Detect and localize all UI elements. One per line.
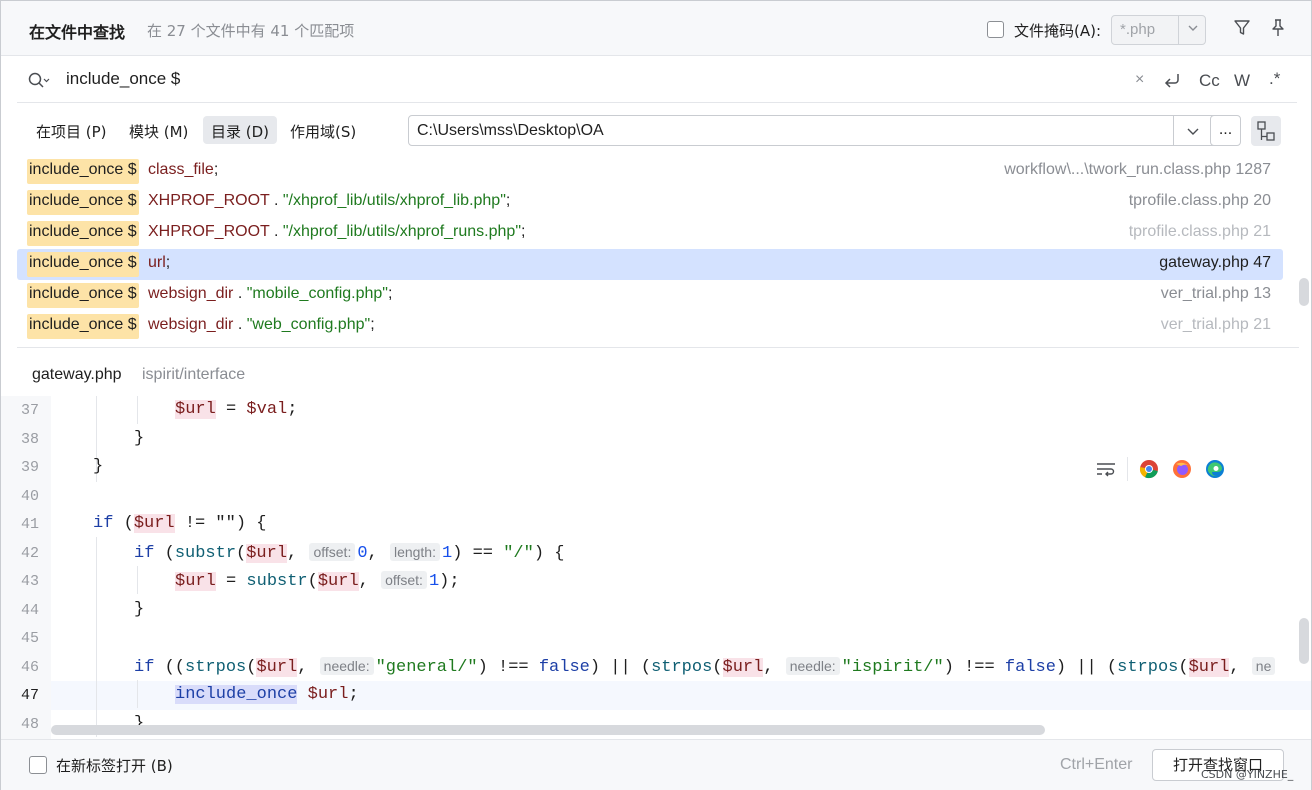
match-summary: 在 27 个文件中有 41 个匹配项 — [147, 22, 355, 40]
line-number: 44 — [21, 602, 40, 619]
soft-wrap-icon[interactable] — [1095, 459, 1117, 479]
result-file: ver_trial.php 21 — [1160, 316, 1271, 333]
tab-project[interactable]: 在项目 (P) — [28, 116, 115, 144]
result-row-selected[interactable]: include_once $ url; gateway.php 47 — [17, 249, 1283, 280]
search-row: include_once $ × Cc W .* — [17, 57, 1297, 103]
scope-row: 在项目 (P) 模块 (M) 目录 (D) 作用域(S) C:\Users\ms… — [17, 104, 1297, 154]
search-input[interactable]: include_once $ — [66, 69, 180, 89]
line-number: 37 — [21, 402, 40, 419]
match-highlight: include_once $ — [27, 159, 139, 184]
line-number: 40 — [21, 488, 40, 505]
result-row[interactable]: include_once $ XHPROF_ROOT . "/xhprof_li… — [17, 218, 1283, 249]
code-line: if ((strpos($url, needle: "general/") !==… — [134, 657, 1277, 677]
result-file: tprofile.class.php 21 — [1128, 223, 1271, 240]
file-mask-label: 文件掩码(A): — [1014, 22, 1102, 40]
result-file: gateway.php 47 — [1159, 254, 1271, 271]
param-hint: needle: — [319, 657, 374, 675]
dialog-title: 在文件中查找 — [29, 23, 126, 42]
code-line: } — [134, 600, 145, 619]
chevron-down-icon[interactable] — [1186, 21, 1200, 35]
file-mask-checkbox[interactable] — [987, 21, 1004, 38]
line-number: 45 — [21, 630, 40, 647]
param-hint: offset: — [381, 571, 427, 589]
param-hint: ne — [1251, 657, 1276, 675]
regex-toggle[interactable]: .* — [1269, 69, 1280, 89]
param-hint: length: — [389, 543, 440, 561]
directory-combobox[interactable]: C:\Users\mss\Desktop\OA — [408, 115, 1218, 146]
param-hint: needle: — [785, 657, 840, 675]
code-line: if (substr($url, offset: 0, length: 1) == … — [134, 543, 565, 563]
results-list: include_once $ class_file; workflow\...\… — [17, 156, 1309, 348]
preview-file-name: gateway.php — [32, 366, 122, 383]
results-scrollbar[interactable] — [1299, 278, 1309, 306]
whole-words-toggle[interactable]: W — [1234, 71, 1250, 91]
browser-preview-toolbar — [1083, 451, 1235, 487]
line-number: 41 — [21, 516, 40, 533]
code-line: $url = $val; — [175, 400, 298, 419]
match-highlight: include_once $ — [27, 221, 139, 246]
chevron-down-icon[interactable] — [1185, 123, 1201, 139]
result-file: workflow\...\twork_run.class.php 1287 — [1004, 161, 1271, 178]
result-row[interactable]: include_once $ class_file; workflow\...\… — [17, 156, 1283, 187]
line-number: 48 — [21, 716, 40, 733]
clear-icon[interactable]: × — [1135, 71, 1144, 89]
edge-icon[interactable] — [1205, 459, 1225, 479]
code-line: if ($url != "") { — [93, 514, 267, 533]
find-in-files-dialog: 在文件中查找 在 27 个文件中有 41 个匹配项 文件掩码(A): *.php… — [0, 0, 1312, 790]
param-hint: offset: — [309, 543, 356, 561]
line-number: 38 — [21, 431, 40, 448]
dialog-footer: 在新标签打开 (B) Ctrl+Enter 打开查找窗口 — [1, 739, 1311, 790]
result-row[interactable]: include_once $ XHPROF_ROOT . "/xhprof_li… — [17, 187, 1283, 218]
shortcut-hint: Ctrl+Enter — [1060, 756, 1133, 773]
line-number: 43 — [21, 573, 40, 590]
match-case-toggle[interactable]: Cc — [1199, 71, 1220, 91]
line-number: 42 — [21, 545, 40, 562]
new-line-icon[interactable] — [1161, 70, 1183, 90]
line-number-current: 47 — [21, 687, 40, 704]
result-row[interactable]: include_once $ websign_dir . "mobile_con… — [17, 280, 1283, 311]
pin-icon[interactable] — [1269, 18, 1287, 38]
preview-file-path: ispirit/interface — [142, 366, 246, 383]
code-preview[interactable]: 37 38 39 40 41 42 43 44 45 46 47 48 $url… — [1, 396, 1311, 739]
code-line-current: include_once $url; — [175, 685, 359, 704]
tab-directory[interactable]: 目录 (D) — [203, 116, 278, 144]
result-file: ver_trial.php 13 — [1160, 285, 1271, 302]
tab-module[interactable]: 模块 (M) — [121, 116, 196, 144]
vertical-scrollbar[interactable] — [1299, 618, 1309, 664]
directory-value: C:\Users\mss\Desktop\OA — [417, 122, 604, 139]
browse-button[interactable]: ... — [1210, 115, 1241, 146]
match-highlight: include_once $ — [27, 283, 139, 308]
firefox-icon[interactable] — [1172, 459, 1192, 479]
recursive-tree-icon[interactable] — [1251, 116, 1281, 146]
code-line: $url = substr($url, offset: 1); — [175, 571, 460, 591]
file-mask-select[interactable]: *.php — [1111, 15, 1206, 45]
match-highlight: include_once $ — [27, 314, 139, 339]
code-line: } — [134, 429, 145, 448]
match-highlight: include_once $ — [27, 252, 139, 277]
chrome-icon[interactable] — [1139, 459, 1159, 479]
tab-scope[interactable]: 作用域(S) — [282, 116, 364, 144]
watermark: CSDN @YINZHE_ — [1201, 768, 1294, 781]
result-file: tprofile.class.php 20 — [1128, 192, 1271, 209]
dialog-header: 在文件中查找 在 27 个文件中有 41 个匹配项 文件掩码(A): *.php — [1, 1, 1311, 56]
open-in-new-tab-checkbox[interactable] — [29, 756, 47, 774]
open-in-new-tab-label: 在新标签打开 (B) — [56, 757, 173, 775]
line-number: 46 — [21, 659, 40, 676]
result-row[interactable]: include_once $ websign_dir . "web_config… — [17, 311, 1283, 342]
search-history-icon[interactable] — [27, 71, 51, 91]
preview-header: gateway.php ispirit/interface — [17, 350, 1299, 395]
code-line: } — [93, 457, 104, 476]
filter-icon[interactable] — [1233, 19, 1251, 37]
match-highlight: include_once $ — [27, 190, 139, 215]
line-number: 39 — [21, 459, 40, 476]
horizontal-scrollbar[interactable] — [51, 725, 1045, 735]
file-mask-value: *.php — [1120, 21, 1156, 38]
